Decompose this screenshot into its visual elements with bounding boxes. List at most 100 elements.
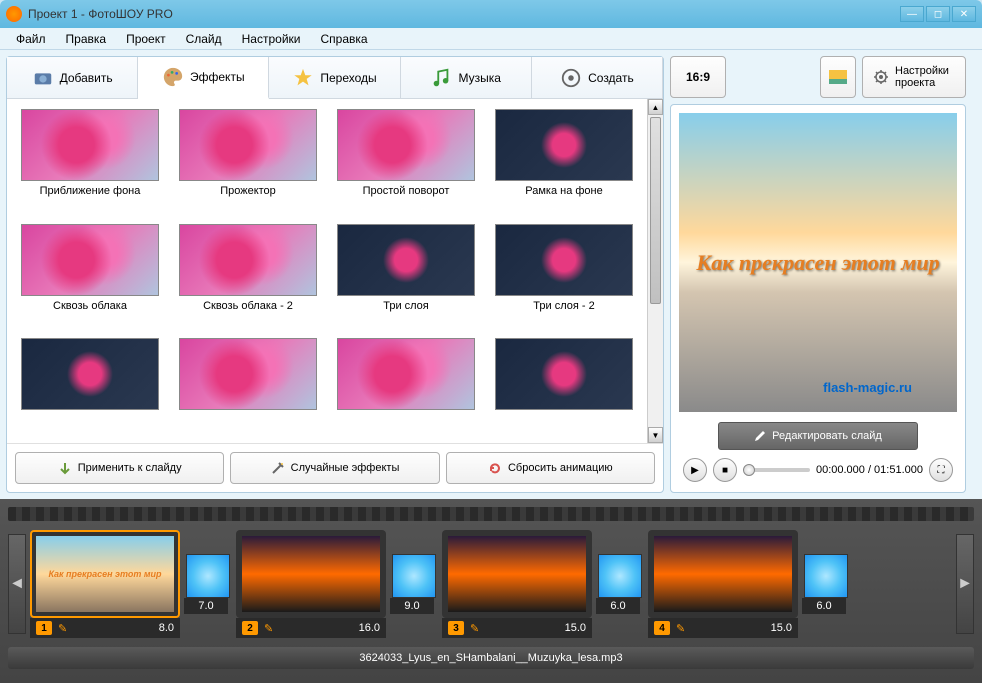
menubar: Файл Правка Проект Слайд Настройки Справ… [0,28,982,50]
timeline: ◄ Как прекрасен этот мир 1 ✎ 8.0 7.0 2 ✎… [0,499,982,683]
time-display: 00:00.000 / 01:51.000 [816,464,923,476]
transition-item[interactable]: 9.0 [390,554,438,614]
playback-controls: ▶ ■ 00:00.000 / 01:51.000 ⛶ [679,456,957,484]
menu-file[interactable]: Файл [6,30,56,48]
slide-number: 1 [36,621,52,635]
audio-track[interactable]: 3624033_Lyus_en_SHambalani__Muzuyka_lesa… [8,647,974,669]
effect-item[interactable]: Прожектор [169,107,327,218]
scroll-thumb[interactable] [650,117,661,304]
effect-item[interactable]: Приближение фона [11,107,169,218]
slide-number: 4 [654,621,670,635]
timeline-next-button[interactable]: ► [956,534,974,634]
tab-transitions-label: Переходы [320,71,376,85]
tab-effects[interactable]: Эффекты [138,57,269,99]
filmstrip-top [8,507,974,521]
timeline-prev-button[interactable]: ◄ [8,534,26,634]
tab-create-label: Создать [588,71,634,85]
scroll-up-button[interactable]: ▲ [648,99,663,115]
star-icon [292,67,314,89]
project-settings-button[interactable]: Настройки проекта [862,56,966,98]
slide-number: 3 [448,621,464,635]
wand-icon [271,461,285,475]
preview-text: Как прекрасен этот мир [696,250,939,276]
titlebar: Проект 1 - ФотоШОУ PRO — ◻ ✕ [0,0,982,28]
palette-icon [162,66,184,88]
effects-scrollbar[interactable]: ▲ ▼ [647,99,663,443]
tab-add-label: Добавить [60,71,113,85]
gear-icon [560,67,582,89]
pencil-icon[interactable]: ✎ [58,622,67,635]
minimize-button[interactable]: — [900,6,924,22]
seek-bar[interactable] [743,468,810,472]
random-effects-button[interactable]: Случайные эффекты [230,452,439,484]
menu-edit[interactable]: Правка [56,30,117,48]
play-button[interactable]: ▶ [683,458,707,482]
timeline-slide[interactable]: 4 ✎ 15.0 [648,530,798,638]
tab-effects-label: Эффекты [190,70,245,84]
transition-item[interactable]: 7.0 [184,554,232,614]
music-icon [430,67,452,89]
effect-item[interactable]: Сквозь облака [11,222,169,333]
tab-music-label: Музыка [458,71,500,85]
apply-to-slide-button[interactable]: Применить к слайду [15,452,224,484]
main-area: Добавить Эффекты Переходы Музыка Создать… [0,50,982,499]
right-panel: 16:9 Настройки проекта Как прекрасен это… [670,56,966,493]
tab-music[interactable]: Музыка [401,57,532,98]
reset-icon [488,461,502,475]
preview-image: Как прекрасен этот мир [679,113,957,412]
effects-grid: Приближение фона Прожектор Простой повор… [7,99,647,443]
tab-add[interactable]: Добавить [7,57,138,98]
effect-item[interactable]: Простой поворот [327,107,485,218]
timeline-slide[interactable]: 3 ✎ 15.0 [442,530,592,638]
pencil-icon[interactable]: ✎ [676,622,685,635]
preview-panel: Как прекрасен этот мир Редактировать сла… [670,104,966,493]
aspect-ratio-button[interactable]: 16:9 [670,56,726,98]
slide-number: 2 [242,621,258,635]
reset-animation-button[interactable]: Сбросить анимацию [446,452,655,484]
watermark: flash-magic.ru [823,380,912,395]
effect-item[interactable]: Три слоя [327,222,485,333]
timeline-slide[interactable]: 2 ✎ 16.0 [236,530,386,638]
pencil-icon[interactable]: ✎ [470,622,479,635]
effect-item[interactable] [169,336,327,435]
gear-icon [873,69,889,85]
slide-duration[interactable]: 15.0 [565,622,586,634]
slide-duration[interactable]: 16.0 [359,622,380,634]
close-button[interactable]: ✕ [952,6,976,22]
tabs: Добавить Эффекты Переходы Музыка Создать [7,57,663,99]
camera-icon [32,67,54,89]
right-top-row: 16:9 Настройки проекта [670,56,966,98]
menu-help[interactable]: Справка [310,30,377,48]
fullscreen-button[interactable]: ⛶ [929,458,953,482]
seek-handle[interactable] [743,464,755,476]
tab-create[interactable]: Создать [532,57,663,98]
effects-actions: Применить к слайду Случайные эффекты Сбр… [7,443,663,492]
tab-transitions[interactable]: Переходы [269,57,400,98]
effect-item[interactable]: Рамка на фоне [485,107,643,218]
background-color-button[interactable] [820,56,856,98]
audio-filename: 3624033_Lyus_en_SHambalani__Muzuyka_lesa… [359,652,622,664]
menu-settings[interactable]: Настройки [232,30,311,48]
transition-item[interactable]: 6.0 [596,554,644,614]
effect-item[interactable] [327,336,485,435]
pencil-icon[interactable]: ✎ [264,622,273,635]
menu-slide[interactable]: Слайд [176,30,232,48]
window-title: Проект 1 - ФотоШОУ PRO [28,7,900,21]
maximize-button[interactable]: ◻ [926,6,950,22]
effect-item[interactable]: Сквозь облака - 2 [169,222,327,333]
menu-project[interactable]: Проект [116,30,176,48]
slide-duration[interactable]: 8.0 [159,622,174,634]
effect-item[interactable] [485,336,643,435]
effect-item[interactable] [11,336,169,435]
slide-duration[interactable]: 15.0 [771,622,792,634]
effect-item[interactable]: Три слоя - 2 [485,222,643,333]
pencil-icon [754,430,766,442]
timeline-slide[interactable]: Как прекрасен этот мир 1 ✎ 8.0 [30,530,180,638]
stop-button[interactable]: ■ [713,458,737,482]
window-controls: — ◻ ✕ [900,6,976,22]
transition-item[interactable]: 6.0 [802,554,850,614]
left-panel: Добавить Эффекты Переходы Музыка Создать… [6,56,664,493]
apply-icon [58,461,72,475]
edit-slide-button[interactable]: Редактировать слайд [718,422,918,450]
scroll-down-button[interactable]: ▼ [648,427,663,443]
